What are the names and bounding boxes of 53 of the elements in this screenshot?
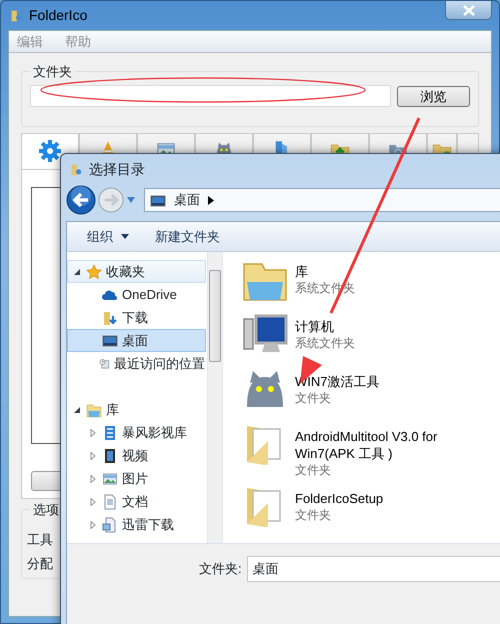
window-title: FolderIco (29, 6, 88, 24)
close-icon (462, 4, 476, 16)
field-label: 文件夹: (199, 560, 242, 578)
monitor-icon (102, 332, 118, 348)
file-item[interactable]: FolderIcoSetup 文件夹 (241, 482, 500, 534)
film-icon (102, 424, 118, 440)
expanded-arrow-icon[interactable] (73, 406, 81, 414)
nav-item[interactable]: 暴风影视库 (67, 421, 206, 444)
scrollbar-thumb[interactable] (209, 270, 221, 362)
scrollbar[interactable] (207, 252, 222, 543)
nav-item[interactable]: 收藏夹 (67, 260, 206, 283)
file-item[interactable]: AndroidMultitool V3.0 for Win7(APK 工具 ) 文件夹 (241, 420, 500, 479)
nav-item[interactable]: 图片 (67, 467, 206, 490)
document-icon (102, 516, 118, 532)
chevron-right-icon[interactable] (208, 196, 214, 204)
nav-item[interactable]: 桌面 (67, 329, 206, 352)
film-strip-icon (102, 448, 118, 464)
collapsed-arrow-icon[interactable] (89, 520, 97, 528)
folder-name-field[interactable]: 桌面 (246, 556, 500, 582)
close-button[interactable] (445, 1, 492, 20)
address-bar[interactable]: 桌面 (144, 188, 500, 212)
expanded-arrow-icon[interactable] (73, 268, 81, 276)
browse-button[interactable]: 浏览 (397, 86, 470, 106)
nav-item[interactable]: 最近访问的位置 (67, 352, 206, 375)
dialog-title: 选择目录 (89, 160, 145, 178)
collapsed-arrow-icon[interactable] (89, 452, 97, 460)
nav-item[interactable]: 下载 (67, 306, 206, 329)
nav-item[interactable]: 库 (67, 398, 206, 421)
library-icon (86, 402, 102, 418)
toolbar-button[interactable]: 新建文件夹 (155, 226, 220, 246)
dropdown-arrow-icon[interactable] (126, 196, 136, 204)
nav-item[interactable]: 视频 (67, 444, 206, 467)
folder-download-icon (102, 310, 118, 326)
breadcrumb-item[interactable]: 桌面 (174, 190, 200, 210)
collapsed-arrow-icon[interactable] (89, 474, 97, 482)
caret-icon (121, 234, 129, 239)
file-item[interactable]: 计算机 系统文件夹 (241, 310, 500, 362)
nav-item[interactable]: 迅雷下载 (67, 513, 206, 536)
picture-icon (102, 470, 118, 486)
back-button[interactable] (66, 185, 96, 215)
option-label: 分配 (27, 556, 53, 571)
nav-item[interactable]: OneDrive (67, 283, 206, 306)
star-icon (86, 264, 102, 280)
collapsed-arrow-icon[interactable] (89, 498, 97, 506)
app-icon (9, 8, 23, 23)
option-label: 工具 (27, 532, 53, 547)
monitor-icon (150, 192, 166, 209)
toolbar-button[interactable]: 组织 (87, 226, 129, 246)
document-icon (102, 494, 118, 510)
collapsed-arrow-icon[interactable] (89, 428, 97, 436)
folder-path-field[interactable] (30, 85, 391, 107)
app-icon (69, 162, 83, 177)
nav-item[interactable]: 文档 (67, 490, 206, 513)
